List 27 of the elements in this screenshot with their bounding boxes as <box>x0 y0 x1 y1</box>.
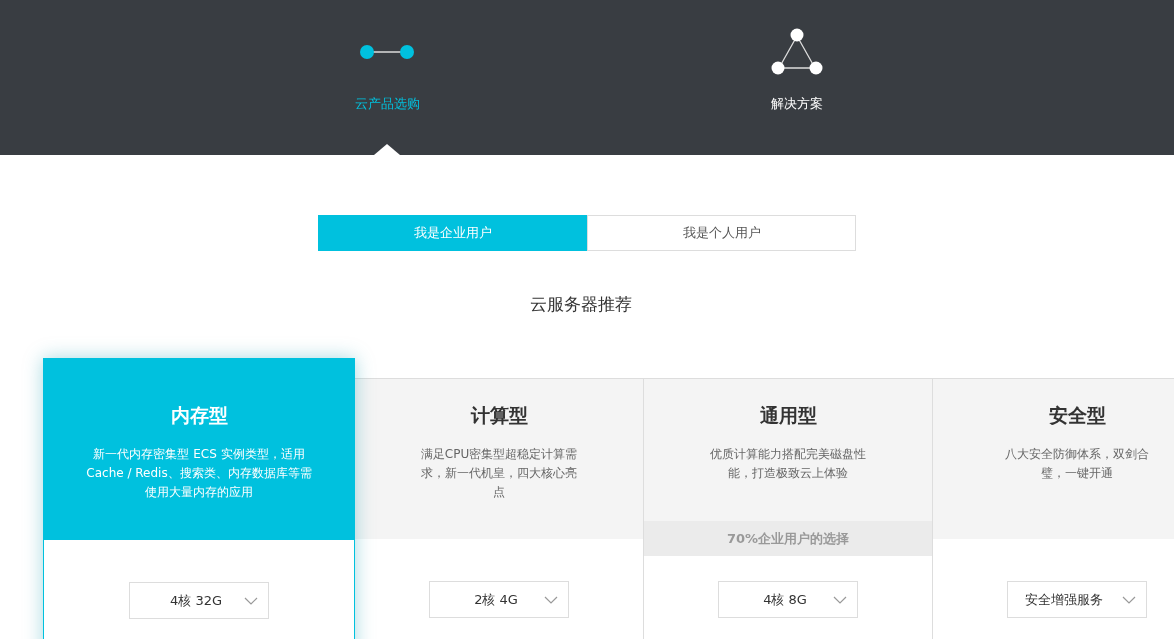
card-title: 通用型 <box>759 403 817 428</box>
nav-link[interactable]: 解决方案 <box>771 95 823 113</box>
nav-link[interactable]: 云产品选购 <box>354 95 420 113</box>
section-title: 云服务器推荐 <box>529 293 633 316</box>
chevron-down-icon <box>1122 595 1136 604</box>
product-card[interactable]: 通用型 优质计算能力搭配完美磁盘性能，打造极致云上体验 70%企业用户的选择 4核 8G <box>644 378 933 639</box>
chevron-down-icon <box>833 595 847 604</box>
active-indicator-icon <box>374 144 400 155</box>
chevron-down-icon <box>544 595 558 604</box>
card-title: 内存型 <box>170 403 228 428</box>
product-card[interactable]: 计算型 满足CPU密集型超稳定计算需求，新一代机皇，四大核心亮点 2核 4G <box>355 378 644 639</box>
card-title: 安全型 <box>1048 403 1106 428</box>
product-card[interactable]: 内存型 新一代内存密集型 ECS 实例类型，适用 Cache / Redis、搜索类、内存数据库等需使用大量内存的应用 4核 32G <box>43 358 355 639</box>
card-description: 满足CPU密集型超稳定计算需求，新一代机皇，四大核心亮点 <box>419 446 579 501</box>
card-description: 八大安全防御体系，双剑合璧，一键开通 <box>1004 446 1150 482</box>
triangle-nodes-icon <box>771 27 823 76</box>
card-description: 新一代内存密集型 ECS 实例类型，适用 Cache / Redis、搜索类、内存数据库等需使用大量内存的应用 <box>85 446 313 501</box>
spec-dropdown[interactable]: 安全增强服务 <box>1007 581 1147 618</box>
popularity-banner: 70%企业用户的选择 <box>644 521 932 556</box>
user-type-tab[interactable]: 我是个人用户 <box>587 215 856 251</box>
connected-dots-icon <box>360 43 414 60</box>
card-description: 优质计算能力搭配完美磁盘性能，打造极致云上体验 <box>709 446 867 482</box>
chevron-down-icon <box>244 596 258 605</box>
spec-dropdown[interactable]: 4核 32G <box>129 582 269 619</box>
card-title: 计算型 <box>470 403 528 428</box>
spec-dropdown[interactable]: 2核 4G <box>429 581 569 618</box>
spec-dropdown[interactable]: 4核 8G <box>718 581 858 618</box>
